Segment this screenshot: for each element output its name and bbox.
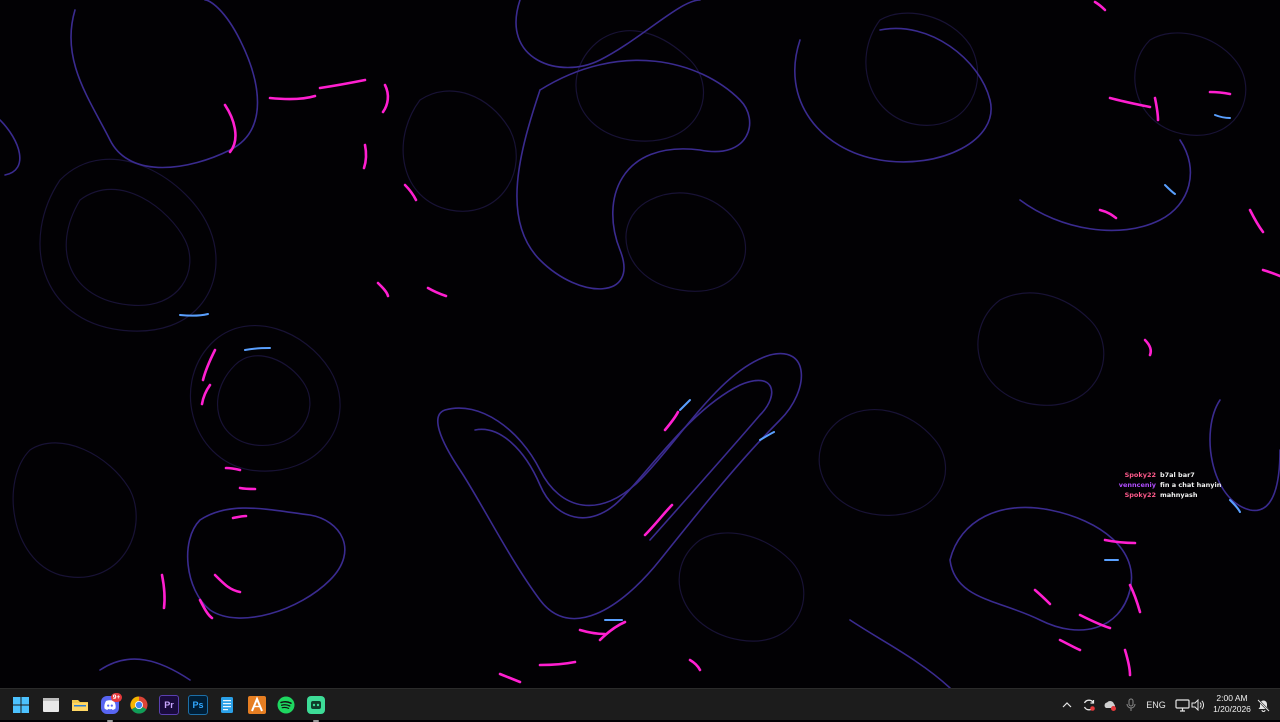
taskbar-spotify[interactable] [274, 693, 298, 717]
notification-bell-icon [1256, 698, 1270, 712]
chat-text: mahnyash [1160, 491, 1198, 499]
windows-logo-icon [13, 697, 29, 713]
notification-badge: 9+ [111, 693, 122, 702]
sync-icon [1083, 699, 1095, 711]
tray-volume[interactable] [1189, 693, 1207, 717]
taskbar-notepad[interactable] [215, 693, 239, 717]
taskbar-green-app[interactable] [304, 693, 328, 722]
taskbar-file-explorer[interactable] [68, 693, 92, 717]
chat-text: b7al bar7 [1160, 471, 1195, 479]
chat-text: fin a chat hanyin [1160, 481, 1222, 489]
notepad-icon [221, 697, 233, 713]
chat-message: Spoky22 mahnyash [1118, 490, 1238, 500]
clock-time: 2:00 AM [1216, 693, 1248, 703]
chat-overlay: Spoky22 b7al bar7 vennceniy fin a chat h… [1118, 470, 1238, 500]
taskbar: 9+ Pr Ps ENG 2:00 AM 1/20/2026 [0, 688, 1280, 722]
clock-date: 1/20/2026 [1213, 704, 1251, 714]
microphone-icon [1126, 698, 1136, 711]
network-monitor-icon [1174, 698, 1190, 712]
taskbar-photoshop[interactable]: Ps [186, 693, 210, 717]
taskbar-chrome[interactable] [127, 693, 151, 717]
taskbar-file-window[interactable] [39, 693, 63, 717]
cloud-status-icon [1104, 700, 1116, 711]
chat-username: vennceniy [1118, 481, 1156, 489]
chat-username: Spoky22 [1124, 491, 1156, 499]
chat-username: Spoky22 [1124, 471, 1156, 479]
language-indicator[interactable]: ENG [1143, 693, 1169, 717]
speaker-icon [1191, 699, 1204, 711]
app-label: Pr [164, 700, 174, 710]
app-label: Ps [192, 700, 204, 710]
chevron-up-icon [1062, 702, 1072, 708]
clock[interactable]: 2:00 AM 1/20/2026 [1208, 693, 1256, 715]
folder-icon [72, 700, 88, 711]
notifications-button[interactable] [1255, 693, 1271, 717]
window-icon [43, 698, 59, 712]
premiere-pro-icon: Pr [159, 695, 179, 715]
spotify-icon [277, 696, 295, 714]
chrome-icon [130, 696, 148, 714]
desktop-wallpaper [0, 0, 1280, 688]
a-app-icon [248, 696, 266, 714]
taskbar-premiere[interactable]: Pr [157, 693, 181, 717]
photoshop-icon: Ps [188, 695, 208, 715]
taskbar-app-a[interactable] [245, 693, 269, 717]
green-robot-icon [307, 696, 325, 714]
tray-app-status[interactable] [1100, 693, 1120, 717]
chat-message: vennceniy fin a chat hanyin [1118, 480, 1238, 490]
start-button[interactable] [9, 693, 33, 717]
chat-message: Spoky22 b7al bar7 [1118, 470, 1238, 480]
language-label: ENG [1146, 700, 1166, 710]
tray-app-sync[interactable] [1079, 693, 1099, 717]
taskbar-discord[interactable]: 9+ [98, 693, 122, 722]
tray-microphone[interactable] [1121, 693, 1141, 717]
show-hidden-icons-button[interactable] [1058, 693, 1076, 717]
